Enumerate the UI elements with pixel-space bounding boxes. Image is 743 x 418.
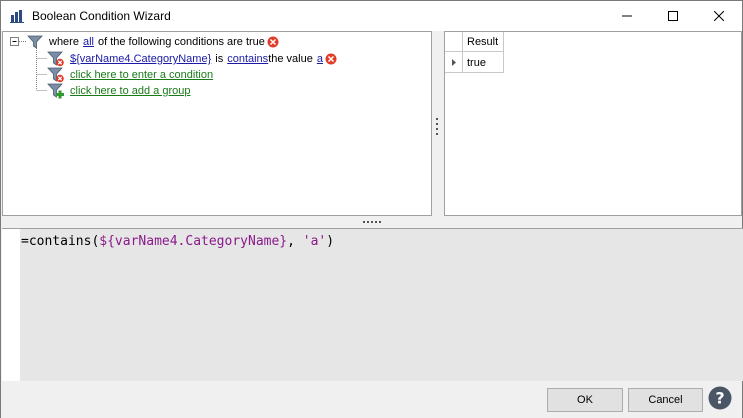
condition-field-link[interactable]: ${varName4.CategoryName}	[70, 53, 211, 65]
help-icon[interactable]: ?	[708, 386, 732, 410]
filter-remove-icon	[47, 51, 64, 67]
editor-gutter	[2, 229, 20, 381]
result-cell[interactable]: true	[463, 52, 504, 73]
result-grid: Result true	[444, 31, 742, 216]
condition-value-label: the value	[268, 53, 313, 65]
add-group-icon	[47, 83, 64, 99]
filter-icon	[27, 35, 43, 49]
add-condition-link[interactable]: click here to enter a condition	[70, 69, 213, 81]
expr-string: 'a'	[302, 234, 327, 249]
quantifier-link[interactable]: all	[83, 36, 94, 48]
row-pointer-icon	[452, 59, 456, 66]
minimize-button[interactable]	[604, 1, 650, 31]
close-button[interactable]	[696, 1, 742, 31]
ok-button[interactable]: OK	[547, 388, 623, 412]
svg-text:?: ?	[715, 389, 724, 408]
cancel-button[interactable]: Cancel	[628, 388, 703, 412]
add-group-link[interactable]: click here to add a group	[70, 85, 190, 97]
root-suffix: of the following conditions are true	[97, 36, 265, 48]
condition-row: ${varName4.CategoryName} is contains the…	[47, 51, 337, 67]
expression-line[interactable]: =contains(${varName4.CategoryName}, 'a')	[21, 234, 334, 249]
expr-function: =contains(	[21, 234, 100, 249]
expression-editor[interactable]: =contains(${varName4.CategoryName}, 'a')	[2, 228, 743, 381]
wizard-window: Boolean Condition Wizard where all of th…	[0, 0, 743, 418]
add-condition-row: click here to enter a condition	[47, 67, 213, 83]
condition-operator-link[interactable]: contains	[227, 53, 268, 65]
expr-separator: ,	[287, 234, 303, 249]
grid-corner	[445, 32, 463, 52]
row-indicator[interactable]	[445, 52, 463, 73]
vertical-splitter-grip[interactable]	[434, 116, 440, 136]
add-group-row: click here to add a group	[47, 83, 190, 99]
tree-root-row: where all of the following conditions ar…	[27, 34, 279, 50]
maximize-icon	[668, 11, 678, 21]
window-title: Boolean Condition Wizard	[32, 9, 171, 23]
expr-variable: ${varName4.CategoryName}	[99, 234, 288, 249]
filter-add-icon	[47, 67, 64, 83]
delete-condition-icon[interactable]	[325, 53, 337, 65]
condition-tree: where all of the following conditions ar…	[2, 31, 432, 216]
expr-close: )	[326, 234, 335, 249]
maximize-button[interactable]	[650, 1, 696, 31]
root-prefix: where	[49, 36, 79, 48]
minimize-icon	[622, 15, 632, 17]
bar-chart-icon	[10, 10, 24, 23]
title-bar: Boolean Condition Wizard	[1, 1, 742, 31]
close-icon	[714, 11, 724, 21]
result-column-header[interactable]: Result	[463, 32, 504, 52]
condition-is: is	[215, 53, 224, 65]
condition-value-link[interactable]: a	[317, 53, 323, 65]
dialog-footer: OK Cancel ?	[1, 382, 742, 418]
delete-group-icon[interactable]	[267, 36, 279, 48]
horizontal-splitter-grip[interactable]	[362, 219, 382, 225]
